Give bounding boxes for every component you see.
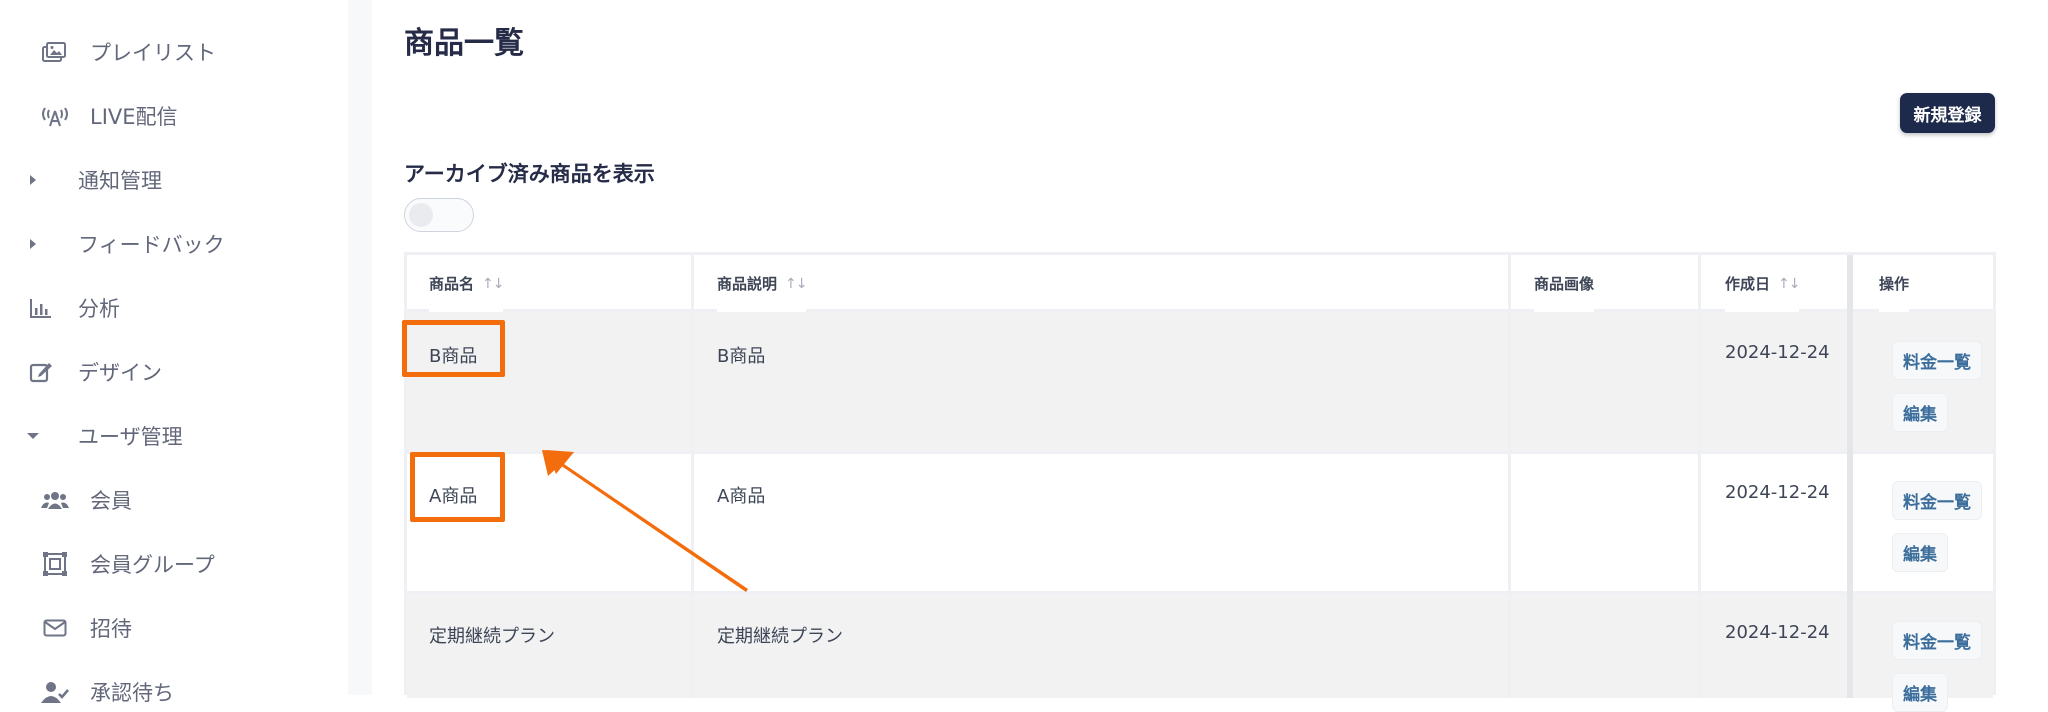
- new-registration-button[interactable]: 新規登録: [1900, 93, 1995, 133]
- created-date-cell: 2024-12-24: [1725, 342, 1830, 363]
- sidebar-gutter: [348, 0, 372, 695]
- sidebar-item-label: プレイリスト: [90, 41, 216, 65]
- sidebar-item-analytics[interactable]: 分析: [26, 288, 120, 328]
- product-description-cell: A商品: [717, 486, 766, 507]
- broadcast-icon: [40, 101, 70, 131]
- edit-icon: [26, 357, 56, 387]
- sidebar-item-user-management[interactable]: ユーザ管理: [26, 416, 183, 456]
- sidebar-item-notifications[interactable]: 通知管理: [26, 160, 162, 200]
- products-table: 商品名 ↑↓ 商品説明 ↑↓ 商品画像 作成日 ↑↓ 操作 B商品 B商品 20…: [404, 252, 1996, 712]
- price-list-button[interactable]: 料金一覧: [1892, 481, 1982, 520]
- header-product-name[interactable]: 商品名 ↑↓: [429, 255, 505, 312]
- sidebar-item-invite[interactable]: 招待: [40, 608, 132, 648]
- users-icon: [40, 485, 70, 515]
- sidebar-item-label: 会員グループ: [90, 553, 215, 577]
- sort-icon[interactable]: ↑↓: [482, 276, 504, 292]
- header-label: 商品説明: [717, 275, 778, 293]
- product-name-cell: 定期継続プラン: [429, 626, 555, 647]
- highlight-box-b-product: [402, 320, 505, 377]
- sidebar-item-member-groups[interactable]: 会員グループ: [40, 544, 215, 584]
- header-product-image: 商品画像: [1534, 255, 1595, 312]
- column-divider: [691, 255, 694, 698]
- sidebar-item-label: 会員: [90, 489, 132, 513]
- group-icon: [40, 549, 70, 579]
- caret-right-icon: [26, 165, 40, 195]
- edit-button[interactable]: 編集: [1892, 393, 1948, 432]
- user-check-icon: [40, 677, 70, 707]
- header-created-date[interactable]: 作成日 ↑↓: [1725, 255, 1801, 312]
- archive-toggle[interactable]: [404, 198, 474, 232]
- chart-icon: [26, 293, 56, 323]
- sidebar-item-live[interactable]: LIVE配信: [40, 96, 178, 136]
- archive-toggle-label: アーカイブ済み商品を表示: [404, 162, 655, 186]
- sidebar-item-members[interactable]: 会員: [40, 480, 132, 520]
- sidebar-item-pending[interactable]: 承認待ち: [40, 672, 174, 712]
- caret-down-icon: [26, 421, 40, 451]
- table-row: [407, 594, 1993, 698]
- sidebar-item-label: 分析: [78, 297, 120, 321]
- sidebar-item-label: ユーザ管理: [78, 425, 183, 449]
- product-description-cell: 定期継続プラン: [717, 626, 843, 647]
- sidebar-item-design[interactable]: デザイン: [26, 352, 162, 392]
- highlight-box-a-product: [410, 452, 505, 522]
- sidebar-item-label: 招待: [90, 617, 132, 641]
- created-date-cell: 2024-12-24: [1725, 482, 1830, 503]
- caret-right-icon: [26, 229, 40, 259]
- table-row: [407, 454, 1993, 591]
- edit-button[interactable]: 編集: [1892, 533, 1948, 572]
- table-row: [407, 312, 1993, 451]
- column-divider: [1698, 255, 1701, 698]
- created-date-cell: 2024-12-24: [1725, 622, 1830, 643]
- sidebar-item-label: 承認待ち: [90, 681, 174, 705]
- envelope-icon: [40, 613, 70, 643]
- column-divider: [1508, 255, 1511, 698]
- header-label: 作成日: [1725, 275, 1771, 293]
- sidebar-item-label: LIVE配信: [90, 105, 178, 129]
- sidebar-item-label: フィードバック: [78, 233, 225, 257]
- column-divider: [1847, 255, 1853, 698]
- playlist-icon: [40, 37, 70, 67]
- edit-button[interactable]: 編集: [1892, 673, 1948, 712]
- sidebar: プレイリスト LIVE配信 通知管理 フィードバック 分析 デザイン ユーザ管理…: [0, 0, 349, 705]
- toggle-knob: [409, 203, 433, 227]
- sidebar-item-label: デザイン: [78, 361, 162, 385]
- sidebar-item-feedback[interactable]: フィードバック: [26, 224, 225, 264]
- header-label: 商品画像: [1534, 275, 1595, 293]
- page-title: 商品一覧: [404, 26, 524, 61]
- header-product-description[interactable]: 商品説明 ↑↓: [717, 255, 808, 312]
- price-list-button[interactable]: 料金一覧: [1892, 341, 1982, 380]
- header-label: 商品名: [429, 275, 475, 293]
- sort-icon[interactable]: ↑↓: [1778, 276, 1800, 292]
- sidebar-item-label: 通知管理: [78, 169, 162, 193]
- product-description-cell: B商品: [717, 346, 766, 367]
- header-label: 操作: [1879, 275, 1910, 293]
- sort-icon[interactable]: ↑↓: [785, 276, 807, 292]
- header-actions: 操作: [1879, 255, 1910, 312]
- sidebar-item-playlist[interactable]: プレイリスト: [40, 32, 216, 72]
- price-list-button[interactable]: 料金一覧: [1892, 621, 1982, 660]
